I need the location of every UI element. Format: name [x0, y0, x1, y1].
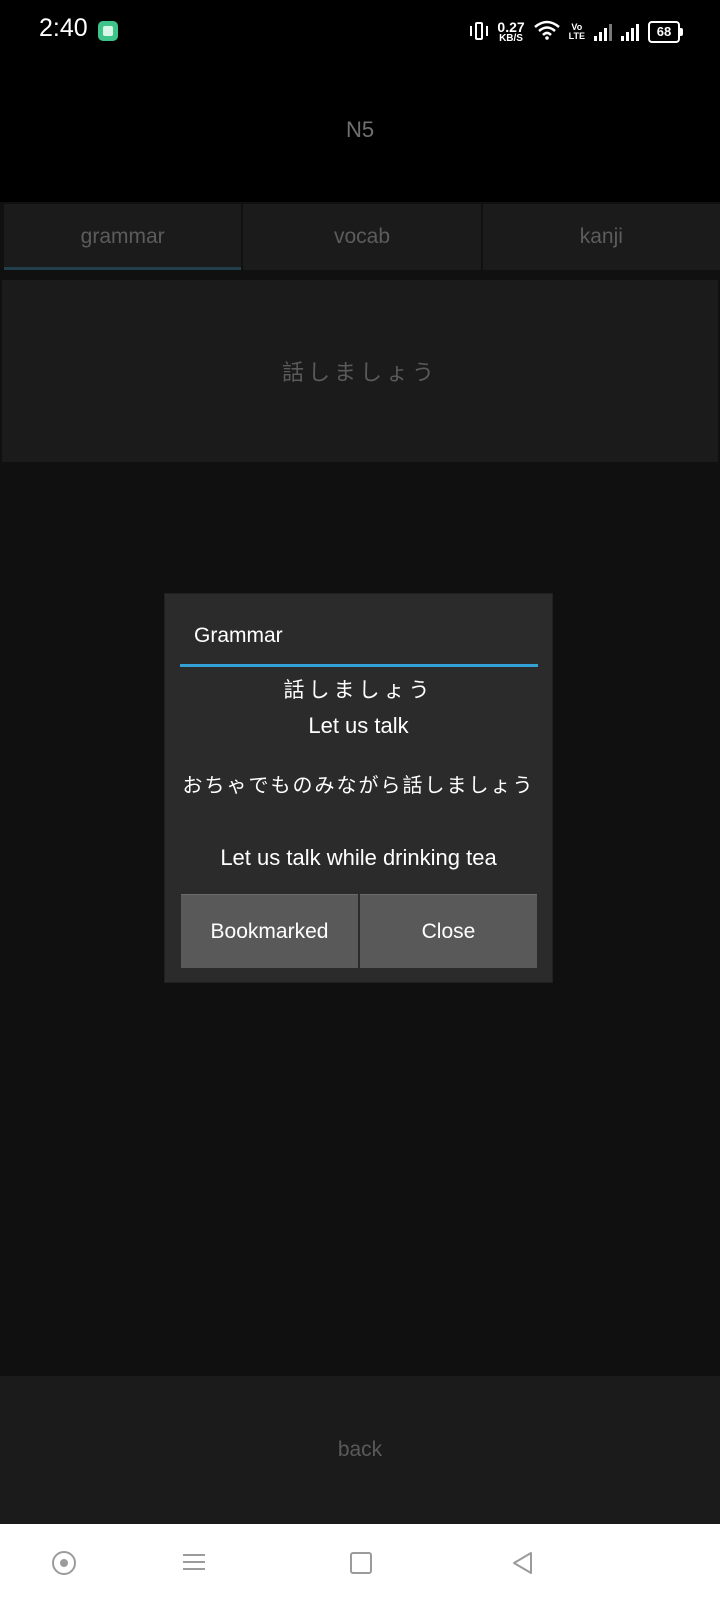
menu-icon[interactable]: [182, 1550, 208, 1576]
volte-bottom: LTE: [568, 31, 585, 41]
tab-vocab[interactable]: vocab: [243, 204, 481, 270]
network-speed: 0.27 KB/S: [497, 20, 524, 44]
grammar-japanese: 話しましょう: [283, 679, 434, 702]
network-speed-unit: KB/S: [499, 33, 523, 44]
bookmarked-button[interactable]: Bookmarked: [181, 894, 358, 968]
status-icons: 0.27 KB/S Vo LTE 68: [470, 17, 683, 47]
page-title: N5: [345, 117, 375, 142]
tab-kanji[interactable]: kanji: [482, 204, 720, 270]
battery-icon: 68: [648, 21, 683, 43]
signal-2-icon: [621, 23, 639, 41]
vibrate-icon: [470, 21, 489, 43]
signal-1-icon: [594, 23, 612, 41]
network-speed-value: 0.27: [497, 19, 525, 35]
tab-bar: grammar vocab kanji: [4, 204, 720, 270]
grammar-list-item[interactable]: 話しましょう: [2, 280, 718, 462]
dialog-title: Grammar: [194, 624, 283, 647]
example-japanese: おちゃでものみながら話しましょう: [182, 775, 535, 797]
grammar-dialog: Grammar 話しましょう Let us talk おちゃでものみながら話しま…: [165, 594, 552, 982]
grammar-english: Let us talk: [308, 713, 409, 738]
tab-grammar[interactable]: grammar: [4, 204, 242, 270]
system-nav-bar: [0, 1524, 720, 1600]
home-square-icon[interactable]: [348, 1550, 374, 1576]
level-header: N5: [0, 62, 720, 202]
status-time: 2:40: [39, 14, 88, 42]
assistant-circle-icon[interactable]: [51, 1550, 77, 1576]
back-button[interactable]: back: [0, 1376, 720, 1524]
dialog-buttons: Bookmarked Close: [181, 894, 537, 968]
wifi-icon: [533, 20, 560, 45]
status-bar: 2:40 0.27 KB/S Vo LTE 68: [0, 0, 720, 62]
dialog-divider: [180, 664, 538, 667]
notification-app-icon: [98, 21, 118, 41]
close-button[interactable]: Close: [360, 894, 537, 968]
volte-indicator: Vo LTE: [569, 23, 585, 41]
example-english: Let us talk while drinking tea: [220, 845, 497, 870]
back-triangle-icon[interactable]: [510, 1550, 536, 1576]
